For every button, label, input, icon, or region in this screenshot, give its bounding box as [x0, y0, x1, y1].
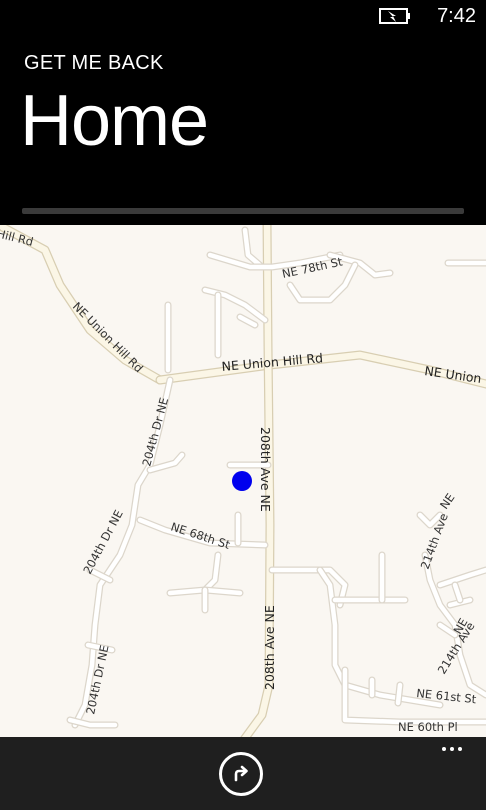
status-bar: 7:42 [0, 0, 486, 32]
more-icon[interactable] [442, 747, 462, 751]
more-dot [458, 747, 462, 751]
current-location-marker [232, 471, 252, 491]
battery-charging-icon [379, 8, 410, 24]
label-208th-ave-top: 208th Ave NE [258, 427, 273, 512]
app-bar [0, 737, 486, 810]
label-ne-union: NE Union [424, 363, 483, 386]
directions-icon [234, 765, 248, 782]
directions-button[interactable] [219, 752, 263, 796]
label-204th-dr-top: 204th Dr NE [139, 396, 171, 468]
label-ne-right: NE [437, 491, 458, 512]
label-208th-ave-bottom: 208th Ave NE [262, 605, 277, 690]
page-title: Home [20, 81, 209, 161]
clock: 7:42 [437, 5, 476, 27]
app-title: GET ME BACK [24, 52, 164, 74]
map-canvas[interactable]: Hill Rd NE Union Hill Rd NE Union Hill R… [0, 225, 486, 737]
progress-bar [22, 208, 464, 214]
label-ne-union-hill-rd-diag: NE Union Hill Rd [70, 299, 146, 375]
label-204th-dr-mid: 204th Dr NE [80, 508, 125, 577]
more-dot [450, 747, 454, 751]
label-hill-rd: Hill Rd [0, 226, 35, 249]
more-dot [442, 747, 446, 751]
label-ne-60th-pl: NE 60th Pl [398, 720, 458, 734]
label-ne-68th-st: NE 68th St [169, 520, 232, 552]
map[interactable]: Hill Rd NE Union Hill Rd NE Union Hill R… [0, 225, 486, 737]
